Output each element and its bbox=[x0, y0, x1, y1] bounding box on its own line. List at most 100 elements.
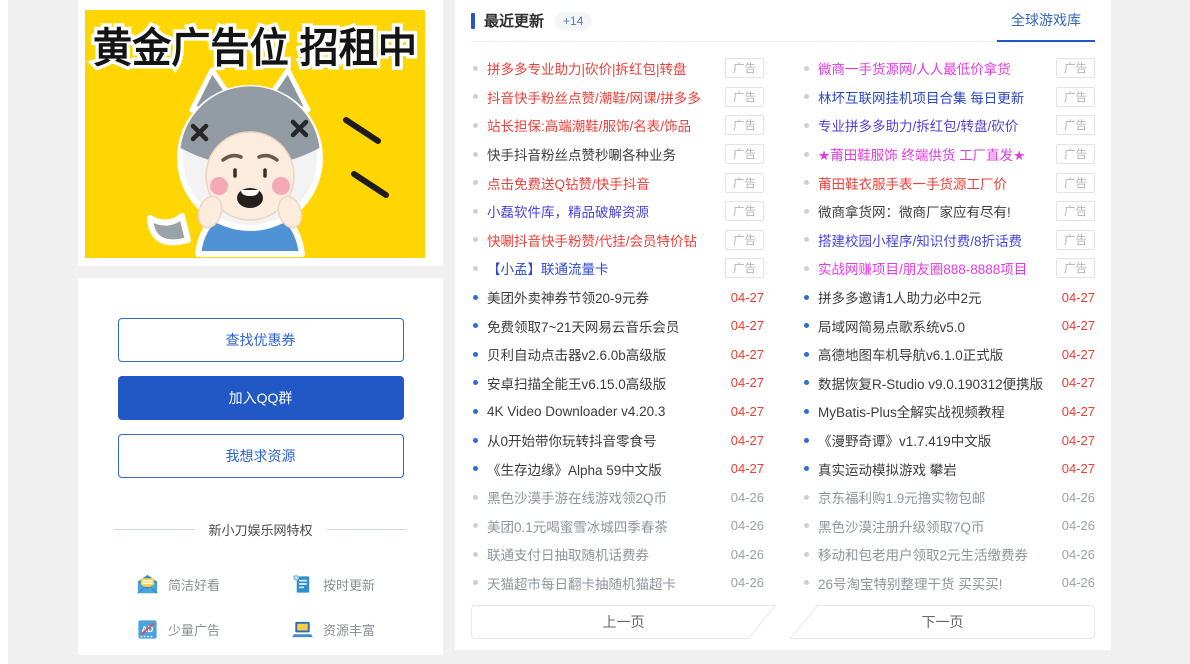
list-item: 站长担保:高端潮鞋/服饰/名表/饰品广告 bbox=[471, 111, 764, 140]
list-item: 从0开始带你玩转抖音零食号04-27 bbox=[471, 426, 764, 455]
ad-badge: 广告 bbox=[725, 201, 764, 221]
item-date: 04-27 bbox=[731, 318, 764, 333]
item-date: 04-27 bbox=[1062, 461, 1095, 476]
item-title-link[interactable]: 联通支付日抽取随机话费券 bbox=[487, 544, 731, 564]
item-title-link[interactable]: 免费领取7~21天网易云音乐会员 bbox=[487, 316, 731, 336]
tab-global-game-library[interactable]: 全球游戏库 bbox=[997, 0, 1095, 42]
list-item: 黑色沙漠注册升级领取7Q币04-26 bbox=[802, 512, 1095, 541]
list-item: 莆田鞋衣服手表一手货源工厂价广告 bbox=[802, 168, 1095, 197]
item-title-link[interactable]: 黑色沙漠手游在线游戏领2Q币 bbox=[487, 487, 731, 507]
item-title-link[interactable]: 4K Video Downloader v4.20.3 bbox=[487, 404, 731, 419]
list-item: 林坏互联网挂机项目合集 每日更新广告 bbox=[802, 83, 1095, 112]
item-title-link[interactable]: 点击免费送Q钻赞/快手抖音 bbox=[487, 173, 725, 193]
sidebar-ad-panel: 黄金广告位 招租中 bbox=[78, 0, 443, 266]
item-title-link[interactable]: 拼多多邀请1人助力必中2元 bbox=[818, 287, 1062, 307]
item-date: 04-26 bbox=[731, 575, 764, 590]
item-date: 04-27 bbox=[1062, 318, 1095, 333]
bullet-dot bbox=[473, 123, 478, 128]
item-title-link[interactable]: 贝利自动点击器v2.6.0b高级版 bbox=[487, 344, 731, 364]
list-item: 拼多多邀请1人助力必中2元04-27 bbox=[802, 283, 1095, 312]
item-title-link[interactable]: 抖音快手粉丝点赞/潮鞋/网课/拼多多 bbox=[487, 87, 725, 107]
perk-label: 资源丰富 bbox=[323, 620, 375, 639]
request-resource-button[interactable]: 我想求资源 bbox=[118, 434, 404, 478]
item-title-link[interactable]: 林坏互联网挂机项目合集 每日更新 bbox=[818, 87, 1056, 107]
ad-banner-illustration[interactable]: 黄金广告位 招租中 bbox=[85, 10, 425, 258]
ad-banner-title: 黄金广告位 招租中 bbox=[93, 25, 417, 71]
perk-label: 少量广告 bbox=[168, 620, 220, 639]
item-title-link[interactable]: 天猫超市每日翻卡抽随机猫超卡 bbox=[487, 573, 731, 593]
ad-badge: 广告 bbox=[1056, 115, 1095, 135]
item-title-link[interactable]: 【小孟】联通流量卡 bbox=[487, 258, 725, 278]
item-title-link[interactable]: 实战网赚项目/朋友圈888-8888项目 bbox=[818, 258, 1056, 278]
item-title-link[interactable]: 安卓扫描全能王v6.15.0高级版 bbox=[487, 373, 731, 393]
item-title-link[interactable]: 搭建校园小程序/知识付费/8折话费 bbox=[818, 230, 1056, 250]
find-coupons-button[interactable]: 查找优惠券 bbox=[118, 318, 404, 362]
join-qq-group-button[interactable]: 加入QQ群 bbox=[118, 376, 404, 420]
accent-bar bbox=[471, 13, 475, 29]
sidebar-tools-panel: 查找优惠券 加入QQ群 我想求资源 新小刀娱乐网特权 简洁好看 按时更新 bbox=[78, 278, 443, 655]
list-item: 快唰抖音快手粉赞/代挂/会员特价钻广告 bbox=[471, 226, 764, 255]
bullet-dot bbox=[804, 266, 809, 271]
item-title-link[interactable]: 莆田鞋衣服手表一手货源工厂价 bbox=[818, 173, 1056, 193]
item-title-link[interactable]: 美团外卖神券节领20-9元券 bbox=[487, 287, 731, 307]
bullet-dot bbox=[473, 266, 478, 271]
item-date: 04-27 bbox=[1062, 375, 1095, 390]
bullet-dot bbox=[804, 466, 809, 471]
item-title-link[interactable]: 《漫野奇谭》v1.7.419中文版 bbox=[818, 430, 1062, 450]
ad-badge: 广告 bbox=[1056, 201, 1095, 221]
list-item: 真实运动模拟游戏 攀岩04-27 bbox=[802, 454, 1095, 483]
item-title-link[interactable]: ★莆田鞋服饰 终端供货 工厂直发★ bbox=[818, 144, 1056, 164]
item-title-link[interactable]: 微商一手货源网/人人最低价拿货 bbox=[818, 58, 1056, 78]
item-title-link[interactable]: 美团0.1元喝蜜雪冰城四季春茶 bbox=[487, 516, 731, 536]
prev-page-label: 上一页 bbox=[471, 605, 776, 639]
item-title-link[interactable]: MyBatis-Plus全解实战视频教程 bbox=[818, 401, 1062, 421]
item-title-link[interactable]: 微商拿货网：微商厂家应有尽有! bbox=[818, 201, 1056, 221]
item-date: 04-27 bbox=[1062, 290, 1095, 305]
bullet-dot bbox=[804, 123, 809, 128]
item-title-link[interactable]: 小磊软件库，精品破解资源 bbox=[487, 201, 725, 221]
ad-badge: 广告 bbox=[725, 115, 764, 135]
mail-icon bbox=[136, 573, 159, 596]
item-title-link[interactable]: 站长担保:高端潮鞋/服饰/名表/饰品 bbox=[487, 115, 725, 135]
ad-badge: 广告 bbox=[725, 173, 764, 193]
item-title-link[interactable]: 黑色沙漠注册升级领取7Q币 bbox=[818, 516, 1062, 536]
list-item: 4K Video Downloader v4.20.304-27 bbox=[471, 397, 764, 426]
prev-page-button[interactable]: 上一页 bbox=[471, 605, 776, 639]
bullet-dot bbox=[473, 352, 478, 357]
item-title-link[interactable]: 从0开始带你玩转抖音零食号 bbox=[487, 430, 731, 450]
item-title-link[interactable]: 《生存边缘》Alpha 59中文版 bbox=[487, 459, 731, 479]
bullet-dot bbox=[804, 438, 809, 443]
item-title-link[interactable]: 数据恢复R-Studio v9.0.190312便携版 bbox=[818, 373, 1062, 393]
list-item: 快手抖音粉丝点赞秒唰各种业务广告 bbox=[471, 140, 764, 169]
list-item: 《漫野奇谭》v1.7.419中文版04-27 bbox=[802, 426, 1095, 455]
list-item: 天猫超市每日翻卡抽随机猫超卡04-26 bbox=[471, 569, 764, 598]
item-title-link[interactable]: 真实运动模拟游戏 攀岩 bbox=[818, 459, 1062, 479]
list-item: 局域网简易点歌系统v5.004-27 bbox=[802, 311, 1095, 340]
list-item: 微商一手货源网/人人最低价拿货广告 bbox=[802, 54, 1095, 83]
next-page-button[interactable]: 下一页 bbox=[790, 605, 1095, 639]
item-title-link[interactable]: 局域网简易点歌系统v5.0 bbox=[818, 316, 1062, 336]
bullet-dot bbox=[804, 209, 809, 214]
new-count-badge: +14 bbox=[554, 12, 592, 30]
list-item: 抖音快手粉丝点赞/潮鞋/网课/拼多多广告 bbox=[471, 83, 764, 112]
item-date: 04-26 bbox=[1062, 490, 1095, 505]
item-date: 04-26 bbox=[731, 518, 764, 533]
page-left-edge bbox=[0, 0, 8, 664]
perk-rich-resources: 资源丰富 bbox=[291, 618, 446, 641]
ad-badge: 广告 bbox=[725, 230, 764, 250]
bullet-dot bbox=[473, 180, 478, 185]
bullet-dot bbox=[804, 152, 809, 157]
item-title-link[interactable]: 拼多多专业助力|砍价|拆红包|转盘 bbox=[487, 58, 725, 78]
list-item: 安卓扫描全能王v6.15.0高级版04-27 bbox=[471, 369, 764, 398]
item-title-link[interactable]: 快手抖音粉丝点赞秒唰各种业务 bbox=[487, 144, 725, 164]
item-title-link[interactable]: 快唰抖音快手粉赞/代挂/会员特价钻 bbox=[487, 230, 725, 250]
item-title-link[interactable]: 移动和包老用户领取2元生活缴费券 bbox=[818, 544, 1062, 564]
list-item: 搭建校园小程序/知识付费/8折话费广告 bbox=[802, 226, 1095, 255]
item-date: 04-27 bbox=[731, 404, 764, 419]
item-title-link[interactable]: 京东福利购1.9元撸实物包邮 bbox=[818, 487, 1062, 507]
item-title-link[interactable]: 专业拼多多助力/拆红包/转盘/砍价 bbox=[818, 115, 1056, 135]
item-title-link[interactable]: 26号淘宝特别整理干货 买买买! bbox=[818, 573, 1062, 593]
list-item: 专业拼多多助力/拆红包/转盘/砍价广告 bbox=[802, 111, 1095, 140]
perk-label: 简洁好看 bbox=[168, 575, 220, 594]
item-title-link[interactable]: 高德地图车机导航v6.1.0正式版 bbox=[818, 344, 1062, 364]
